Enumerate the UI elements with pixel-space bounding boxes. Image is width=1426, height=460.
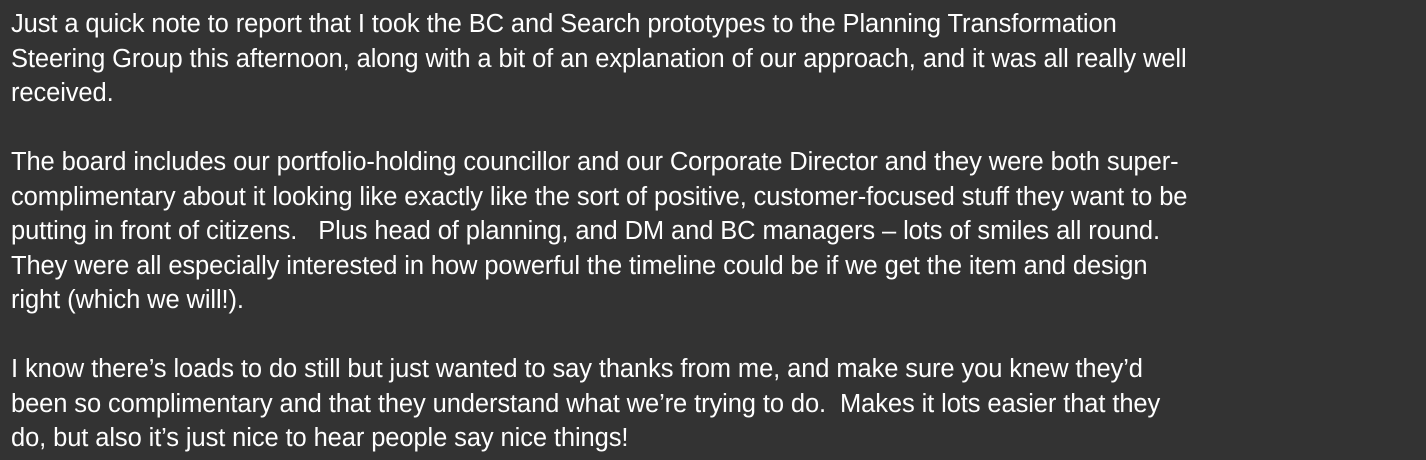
paragraph-3: I know there’s loads to do still but jus… [11,352,1421,456]
paragraph-2: The board includes our portfolio-holding… [11,145,1421,318]
text-line: The board includes our portfolio-holding… [11,148,1179,176]
text-line: putting in front of citizens. Plus head … [11,217,1160,245]
text-line: I know there’s loads to do still but jus… [11,355,1143,383]
message-body: Just a quick note to report that I took … [11,7,1421,456]
text-line: Just a quick note to report that I took … [11,10,1117,38]
text-line: received. [11,79,114,107]
text-line: been so complimentary and that they unde… [11,389,1161,418]
text-line: right (which we will!). [11,286,244,314]
text-line: They were all especially interested in h… [11,251,1148,280]
text-line: Steering Group this afternoon, along wit… [11,44,1187,73]
paragraph-1: Just a quick note to report that I took … [11,7,1421,111]
text-line: do, but also it’s just nice to hear peop… [11,424,629,452]
text-line: complimentary about it looking like exac… [11,182,1188,211]
